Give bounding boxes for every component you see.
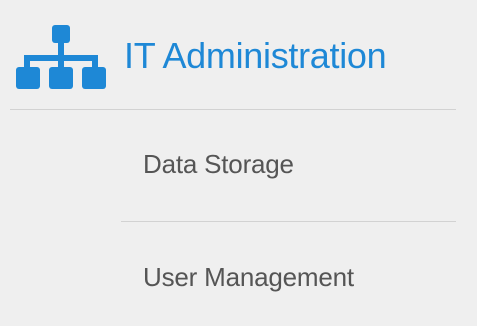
page-title: IT Administration [124, 35, 387, 76]
sitemap-icon [16, 25, 106, 89]
menu-item-user-management[interactable]: User Management [121, 222, 456, 332]
header-divider [10, 109, 456, 110]
it-administration-menu: IT Administration Data Storage User Mana… [0, 0, 477, 326]
menu-item-data-storage[interactable]: Data Storage [121, 111, 456, 221]
menu-item-label: Data Storage [143, 149, 294, 179]
menu-header[interactable]: IT Administration [0, 0, 477, 110]
menu-item-label: User Management [143, 262, 354, 292]
